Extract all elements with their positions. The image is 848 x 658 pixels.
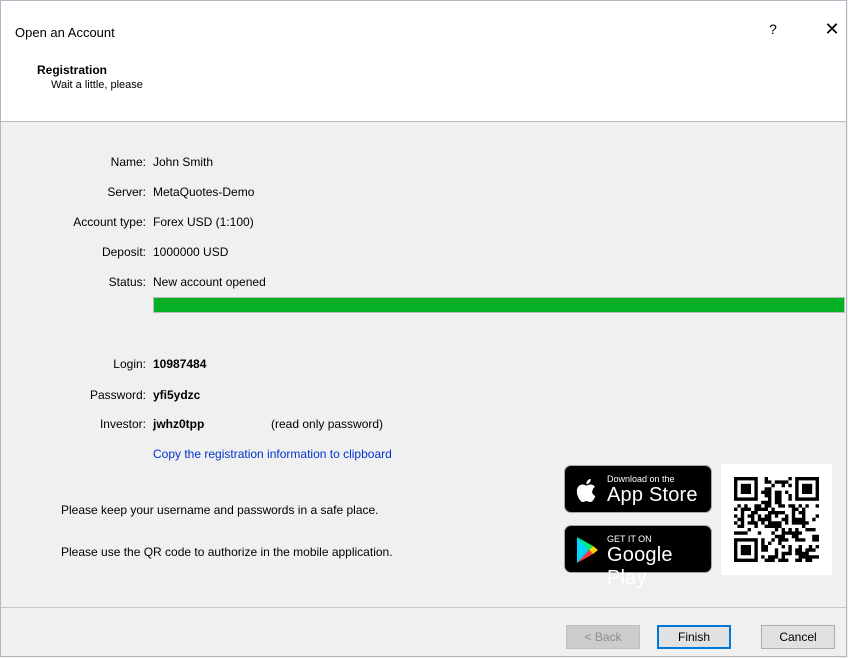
back-button[interactable]: < Back (566, 625, 640, 649)
wizard-header: Registration Wait a little, please (1, 43, 846, 122)
google-play-icon (577, 537, 598, 563)
google-play-badge[interactable]: GET IT ON Google Play (564, 525, 712, 589)
google-play-big-text: Google Play (607, 544, 673, 589)
qr-code (721, 464, 832, 575)
window-title: Open an Account (15, 25, 115, 40)
status-label: Status: (108, 275, 146, 289)
title-bar: Open an Account ? ✕ (1, 1, 846, 43)
investor-value: jwhz0tpp (153, 417, 205, 431)
qr-code-image (734, 477, 819, 562)
deposit-label: Deposit: (101, 245, 146, 259)
cancel-button[interactable]: Cancel (761, 625, 835, 649)
finish-button[interactable]: Finish (657, 625, 731, 649)
status-value: New account opened (153, 275, 266, 289)
deposit-value: 1000000 USD (153, 245, 229, 259)
investor-label: Investor: (99, 417, 146, 431)
qr-note: Please use the QR code to authorize in t… (61, 545, 393, 559)
copy-to-clipboard-link[interactable]: Copy the registration information to cli… (153, 447, 392, 461)
keep-safe-note: Please keep your username and passwords … (61, 503, 379, 517)
app-store-big-text: App Store (607, 484, 698, 506)
password-value: yfi5ydzc (153, 388, 201, 402)
name-label: Name: (110, 155, 146, 169)
account-type-value: Forex USD (1:100) (153, 215, 254, 229)
header-title: Registration (37, 63, 108, 77)
login-value: 10987484 (153, 357, 207, 371)
investor-note: (read only password) (271, 417, 384, 431)
server-value: MetaQuotes-Demo (153, 185, 255, 199)
app-store-badge[interactable]: Download on the App Store (564, 465, 712, 513)
close-button[interactable]: ✕ (823, 19, 841, 39)
apple-icon (576, 478, 596, 503)
password-label: Password: (89, 388, 146, 402)
name-value: John Smith (153, 155, 214, 169)
header-subtitle: Wait a little, please (51, 79, 143, 91)
open-account-dialog: Open an Account ? ✕ Registration Wait a … (0, 0, 847, 657)
progress-fill (154, 298, 844, 312)
footer-divider (1, 607, 846, 608)
app-store-small-text: Download on the (607, 474, 675, 484)
google-play-small-text: GET IT ON (607, 534, 652, 544)
help-button[interactable]: ? (765, 21, 781, 39)
account-type-label: Account type: (73, 215, 146, 229)
server-label: Server: (107, 185, 146, 199)
registration-progress-bar (153, 297, 845, 313)
login-label: Login: (113, 357, 146, 371)
